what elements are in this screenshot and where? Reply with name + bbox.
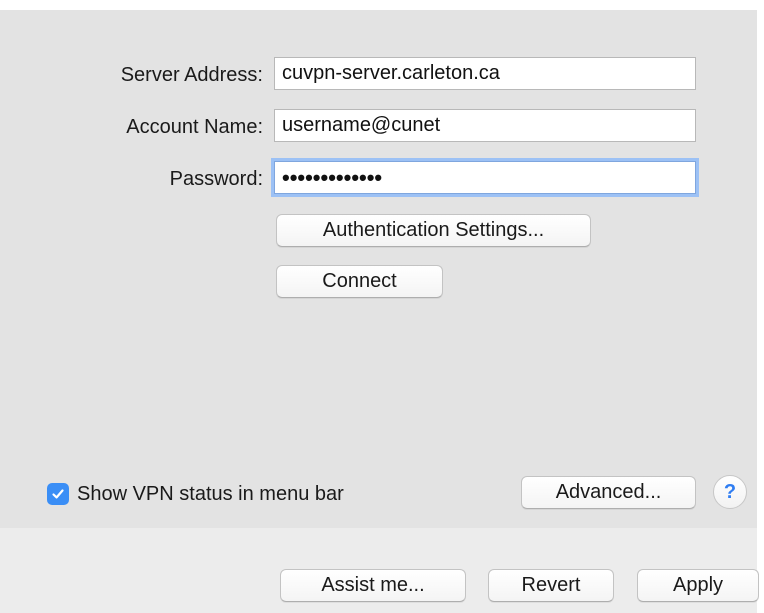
revert-button[interactable]: Revert (488, 569, 614, 602)
password-field[interactable]: ••••••••••••• (274, 161, 696, 194)
top-edge (0, 0, 764, 10)
right-edge (757, 0, 764, 613)
apply-button[interactable]: Apply (637, 569, 759, 602)
advanced-button[interactable]: Advanced... (521, 476, 696, 509)
account-name-label: Account Name: (126, 116, 263, 138)
connect-button[interactable]: Connect (276, 265, 443, 298)
authentication-settings-button[interactable]: Authentication Settings... (276, 214, 591, 247)
help-button[interactable]: ? (713, 475, 747, 509)
assist-me-button[interactable]: Assist me... (280, 569, 466, 602)
show-vpn-status-label[interactable]: Show VPN status in menu bar (77, 483, 344, 506)
server-address-field[interactable]: cuvpn-server.carleton.ca (274, 57, 696, 90)
account-name-field[interactable]: username@cunet (274, 109, 696, 142)
question-mark-icon: ? (723, 481, 737, 503)
show-vpn-status-checkbox[interactable] (47, 483, 69, 505)
password-masked-value: ••••••••••••• (282, 165, 383, 190)
server-address-label: Server Address: (120, 64, 263, 86)
password-label: Password: (169, 168, 263, 190)
show-vpn-status-option[interactable]: Show VPN status in menu bar (47, 480, 344, 508)
checkmark-icon (52, 489, 64, 499)
